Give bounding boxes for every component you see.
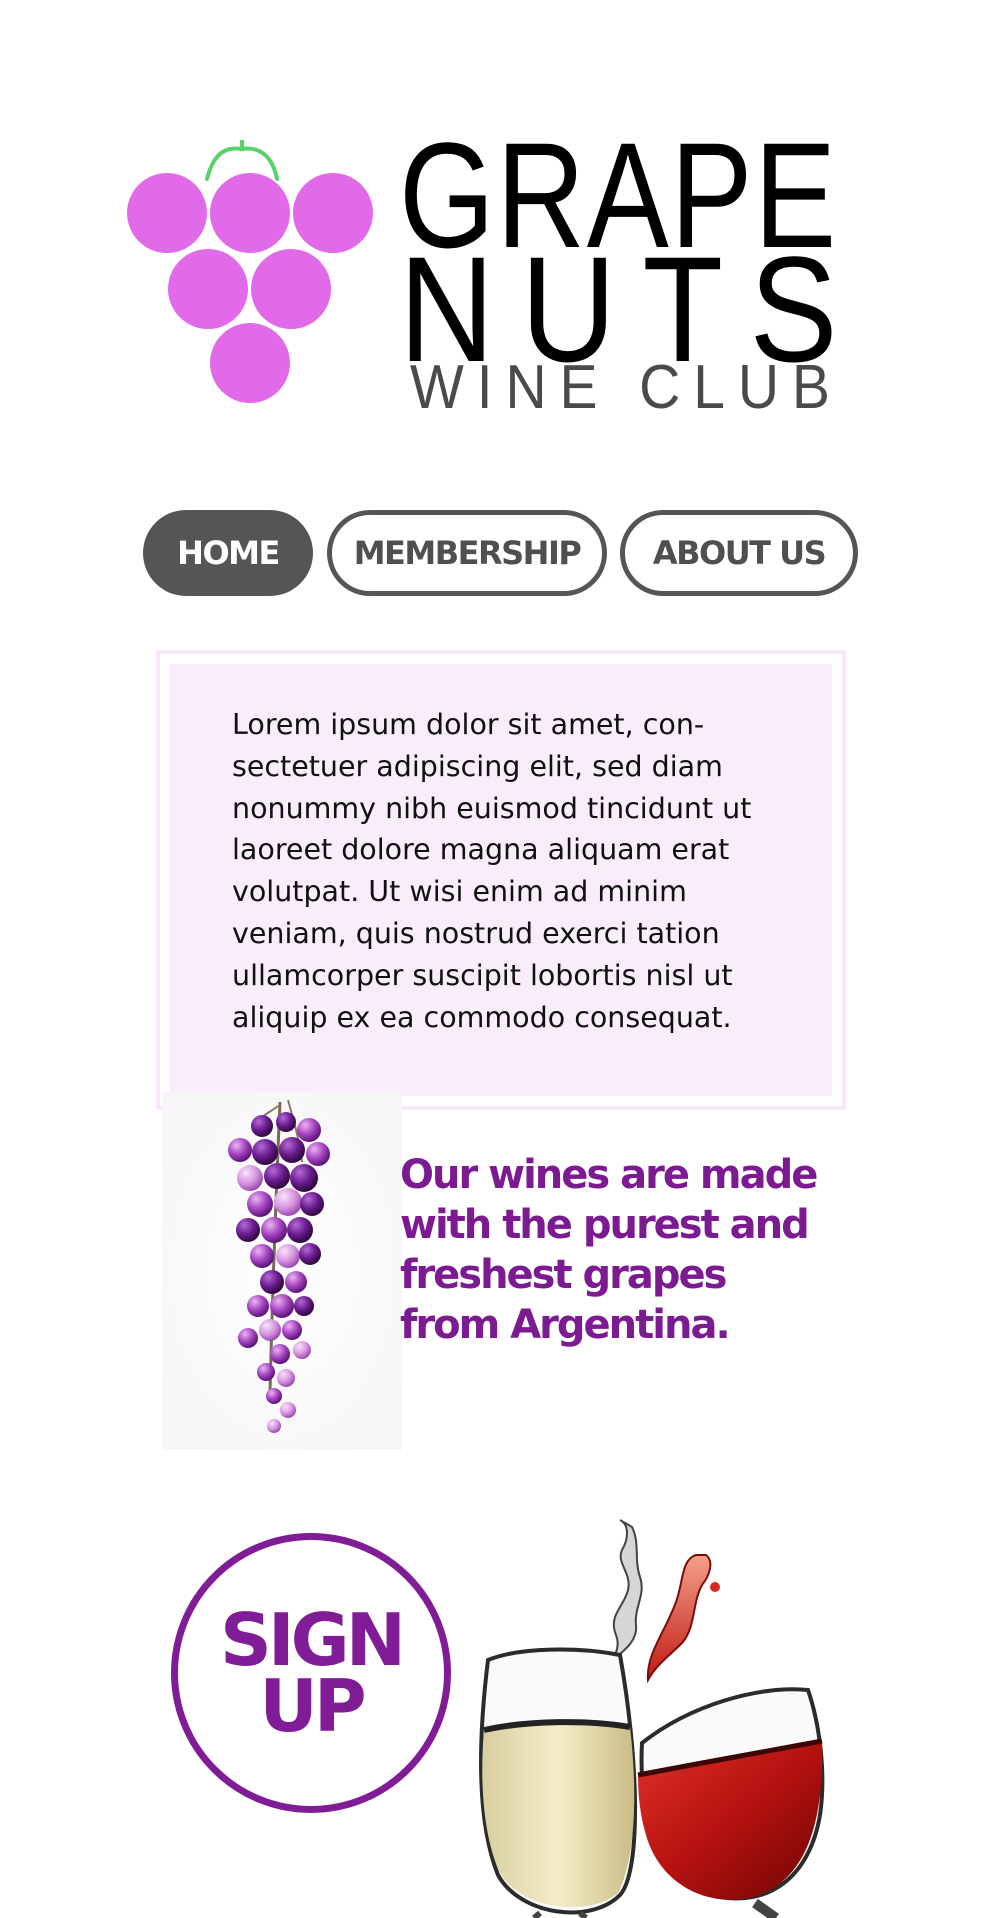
nav-membership-button[interactable]: MEMBERSHIP [327,510,607,596]
wine-glasses-toast-photo [478,1519,825,1918]
nav-about-us-button[interactable]: ABOUT US [620,510,858,596]
feature-tagline: Our wines are made with the purest and f… [400,1152,818,1348]
sign-up-label-line2: UP [259,1664,366,1748]
brand-subtitle: WINE CLUB [410,353,843,422]
nav-home-button[interactable]: HOME [143,510,313,596]
grape-cluster-icon [127,140,373,403]
grape-bunch-photo [162,1092,402,1450]
sign-up-button[interactable]: SIGN UP [171,1533,451,1813]
intro-paragraph: Lorem ipsum dolor sit amet, con­sectetue… [232,708,752,1034]
